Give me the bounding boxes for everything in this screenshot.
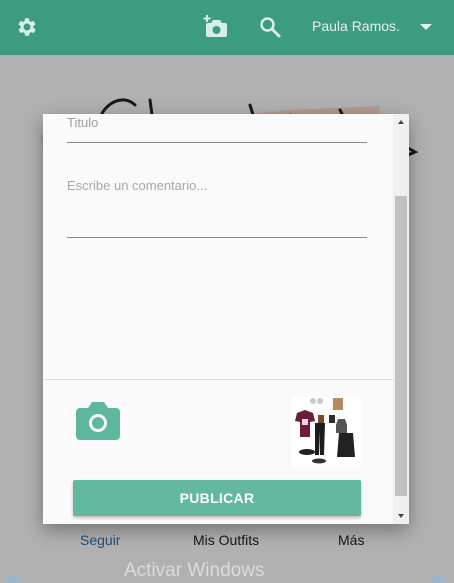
new-post-dialog: Titulo Escribe un comentario... PUBLICAR <box>43 114 409 524</box>
scroll-up-icon[interactable] <box>398 120 404 124</box>
title-placeholder: Titulo <box>67 115 99 130</box>
publish-button[interactable]: PUBLICAR <box>73 480 361 516</box>
outfit-thumbnail[interactable] <box>291 397 361 467</box>
title-input[interactable]: Titulo <box>67 114 367 143</box>
dialog-scrollbar[interactable] <box>393 114 409 524</box>
comment-input[interactable]: Escribe un comentario... <box>67 169 367 238</box>
chevron-down-icon[interactable] <box>420 24 432 30</box>
corner-indicator-right <box>432 575 446 583</box>
scrollbar-thumb[interactable] <box>395 196 407 496</box>
camera-icon[interactable] <box>76 400 120 442</box>
user-menu[interactable]: Paula Ramos. <box>312 18 400 34</box>
comment-placeholder: Escribe un comentario... <box>67 178 208 193</box>
divider <box>43 379 393 380</box>
windows-watermark: Activar Windows <box>124 560 265 581</box>
corner-indicator-left <box>6 575 20 583</box>
app-bar: Paula Ramos. <box>0 0 454 55</box>
search-icon[interactable] <box>258 15 282 39</box>
scroll-down-icon[interactable] <box>398 514 404 518</box>
gear-icon[interactable] <box>15 15 39 39</box>
add-photo-icon[interactable] <box>203 14 229 40</box>
